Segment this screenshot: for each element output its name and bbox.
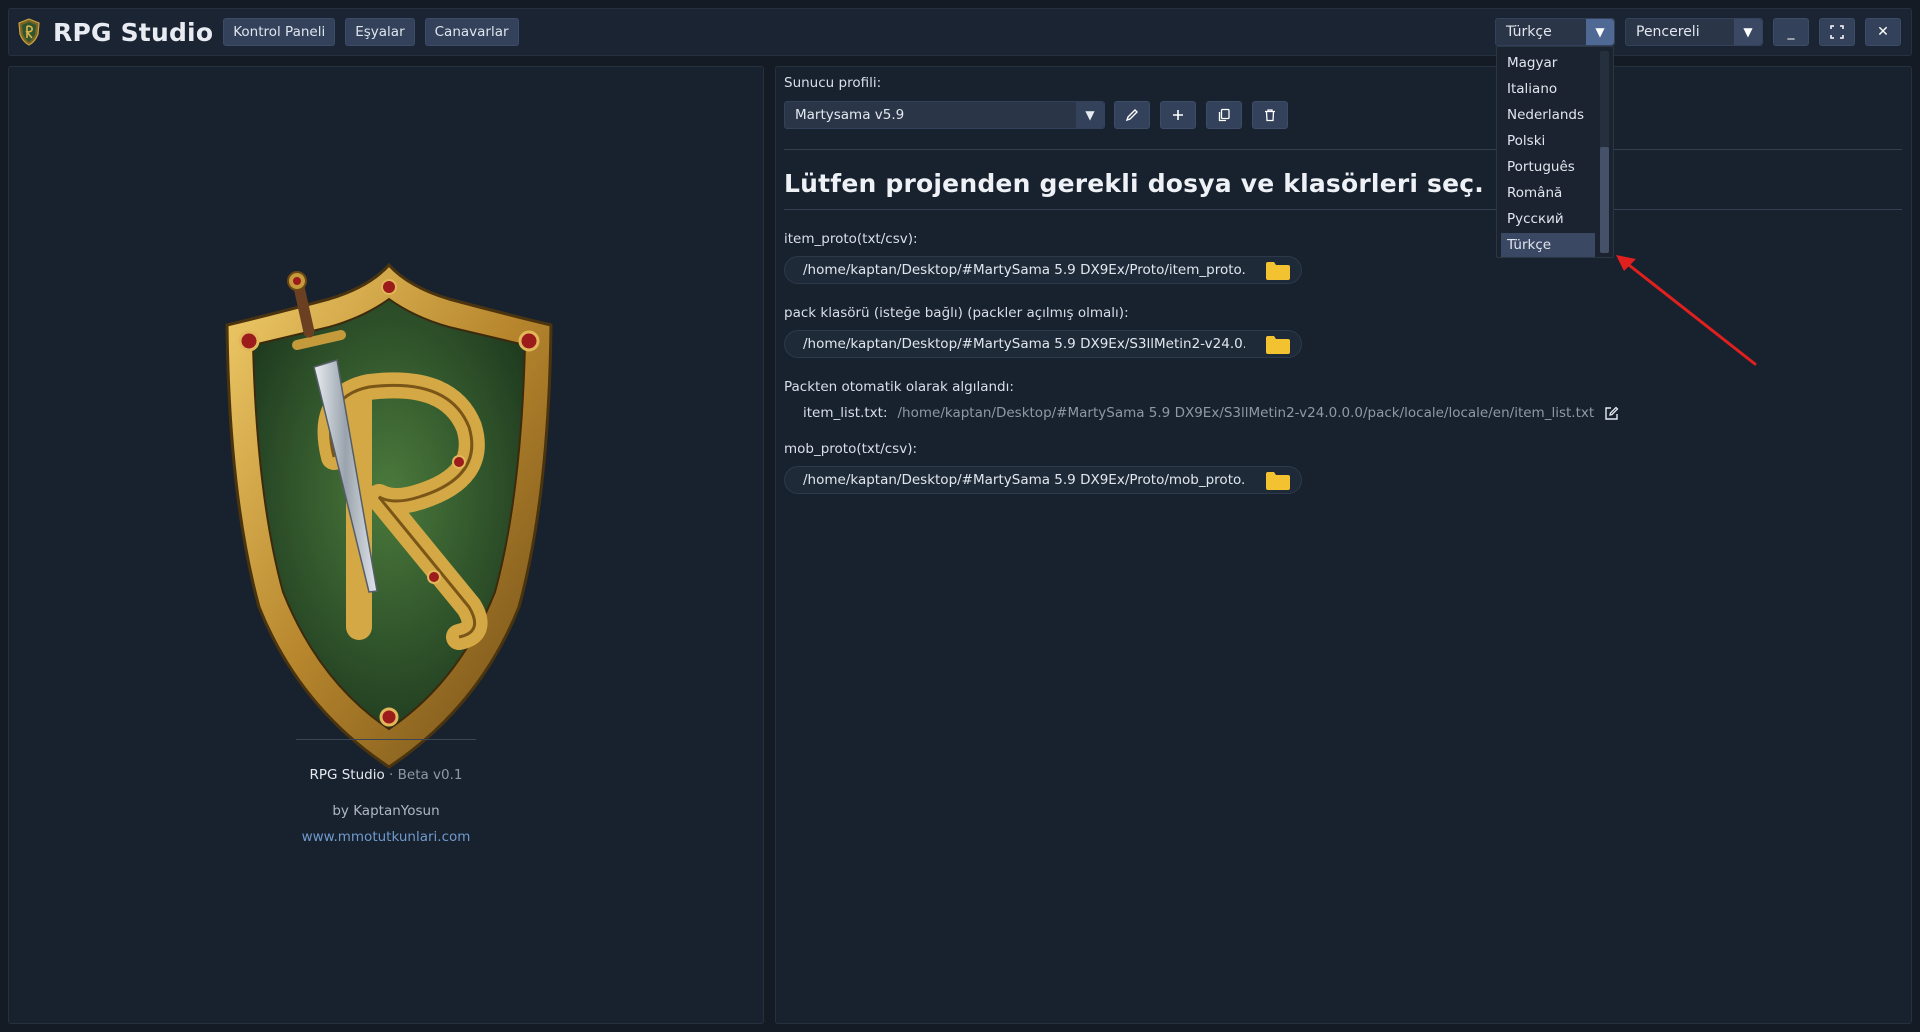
- maximize-icon: [1830, 25, 1844, 39]
- language-option[interactable]: Polski: [1501, 129, 1595, 153]
- divider: [784, 149, 1902, 150]
- app-title: RPG Studio: [53, 17, 214, 47]
- pack-folder-path: /home/kaptan/Desktop/#MartySama 5.9 DX9E…: [803, 336, 1245, 352]
- app-version: RPG Studio · Beta v0.1: [9, 767, 763, 783]
- language-option[interactable]: Русский: [1501, 207, 1595, 231]
- language-option[interactable]: Português: [1501, 155, 1595, 179]
- language-option[interactable]: Nederlands: [1501, 103, 1595, 127]
- title-bar: RPG Studio Kontrol Paneli Eşyalar Canava…: [8, 8, 1912, 56]
- language-select[interactable]: Türkçe ▼: [1495, 18, 1615, 46]
- nav-items-button[interactable]: Eşyalar: [345, 18, 415, 46]
- chevron-down-icon[interactable]: ▼: [1734, 19, 1762, 45]
- page-heading: Lütfen projenden gerekli dosya ve klasör…: [784, 169, 1484, 198]
- item-list-path: /home/kaptan/Desktop/#MartySama 5.9 DX9E…: [897, 405, 1595, 421]
- nav-dashboard-button[interactable]: Kontrol Paneli: [223, 18, 336, 46]
- add-profile-button[interactable]: [1160, 101, 1196, 129]
- mob-proto-label: mob_proto(txt/csv):: [784, 441, 918, 457]
- folder-icon[interactable]: [1265, 261, 1291, 281]
- trash-icon: [1265, 109, 1275, 122]
- item-proto-path: /home/kaptan/Desktop/#MartySama 5.9 DX9E…: [803, 262, 1245, 278]
- server-profile-value: Martysama v5.9: [795, 107, 905, 123]
- mob-proto-path: /home/kaptan/Desktop/#MartySama 5.9 DX9E…: [803, 472, 1245, 488]
- nav-monsters-button[interactable]: Canavarlar: [424, 18, 519, 46]
- dropdown-scrollbar[interactable]: [1600, 51, 1609, 253]
- close-icon: ✕: [1877, 24, 1889, 40]
- language-dropdown-list: Magyar Italiano Nederlands Polski Portug…: [1496, 46, 1614, 258]
- author-text: by KaptanYosun: [332, 803, 440, 819]
- copy-icon: [1218, 108, 1230, 122]
- duplicate-profile-button[interactable]: [1206, 101, 1242, 129]
- server-profile-label: Sunucu profili:: [784, 75, 882, 91]
- item-proto-label: item_proto(txt/csv):: [784, 231, 918, 247]
- website-link[interactable]: www.mmotutkunlari.com: [9, 829, 763, 845]
- minimize-icon: _: [1787, 24, 1795, 40]
- auto-detect-label: Packten otomatik olarak algılandı:: [784, 379, 1014, 395]
- left-divider: [296, 739, 476, 740]
- item-proto-path-field[interactable]: /home/kaptan/Desktop/#MartySama 5.9 DX9E…: [784, 256, 1302, 284]
- item-list-key: item_list.txt:: [803, 405, 888, 421]
- item-list-row: item_list.txt: /home/kaptan/Desktop/#Mar…: [803, 405, 1619, 421]
- plus-icon: [1173, 110, 1183, 120]
- maximize-button[interactable]: [1819, 18, 1855, 46]
- divider: [784, 209, 1902, 210]
- language-option[interactable]: Magyar: [1501, 51, 1595, 75]
- language-option-selected[interactable]: Türkçe: [1501, 233, 1595, 257]
- minimize-button[interactable]: _: [1773, 18, 1809, 46]
- shield-emblem-image: [225, 262, 553, 769]
- folder-icon[interactable]: [1265, 471, 1291, 491]
- version-text: · Beta v0.1: [384, 767, 463, 783]
- pack-folder-label: pack klasörü (isteğe bağlı) (packler açı…: [784, 305, 1129, 321]
- language-select-value: Türkçe: [1506, 24, 1552, 40]
- edit-profile-button[interactable]: [1114, 101, 1150, 129]
- titlebar-controls: Türkçe ▼ Pencereli ▼ _ ✕: [1495, 18, 1901, 46]
- annotation-arrow-icon: [1616, 255, 1757, 366]
- delete-profile-button[interactable]: [1252, 101, 1288, 129]
- edit-icon[interactable]: [1604, 406, 1619, 421]
- app-name-text: RPG Studio: [309, 767, 385, 783]
- mob-proto-path-field[interactable]: /home/kaptan/Desktop/#MartySama 5.9 DX9E…: [784, 466, 1302, 494]
- right-panel: Sunucu profili: Martysama v5.9 ▼ Lütfen …: [775, 66, 1912, 1024]
- left-panel: RPG Studio · Beta v0.1 by KaptanYosun ww…: [8, 66, 764, 1024]
- window-mode-select[interactable]: Pencereli ▼: [1625, 18, 1763, 46]
- server-profile-select[interactable]: Martysama v5.9 ▼: [784, 101, 1105, 129]
- pack-folder-path-field[interactable]: /home/kaptan/Desktop/#MartySama 5.9 DX9E…: [784, 330, 1302, 358]
- dropdown-scrollbar-thumb[interactable]: [1600, 147, 1609, 253]
- language-option[interactable]: Italiano: [1501, 77, 1595, 101]
- pencil-icon: [1125, 109, 1138, 122]
- chevron-down-icon[interactable]: ▼: [1586, 19, 1614, 45]
- folder-icon[interactable]: [1265, 335, 1291, 355]
- shield-logo-icon: [18, 18, 40, 46]
- window-mode-value: Pencereli: [1636, 24, 1700, 40]
- chevron-down-icon[interactable]: ▼: [1076, 102, 1104, 128]
- language-option[interactable]: Română: [1501, 181, 1595, 205]
- close-button[interactable]: ✕: [1865, 18, 1901, 46]
